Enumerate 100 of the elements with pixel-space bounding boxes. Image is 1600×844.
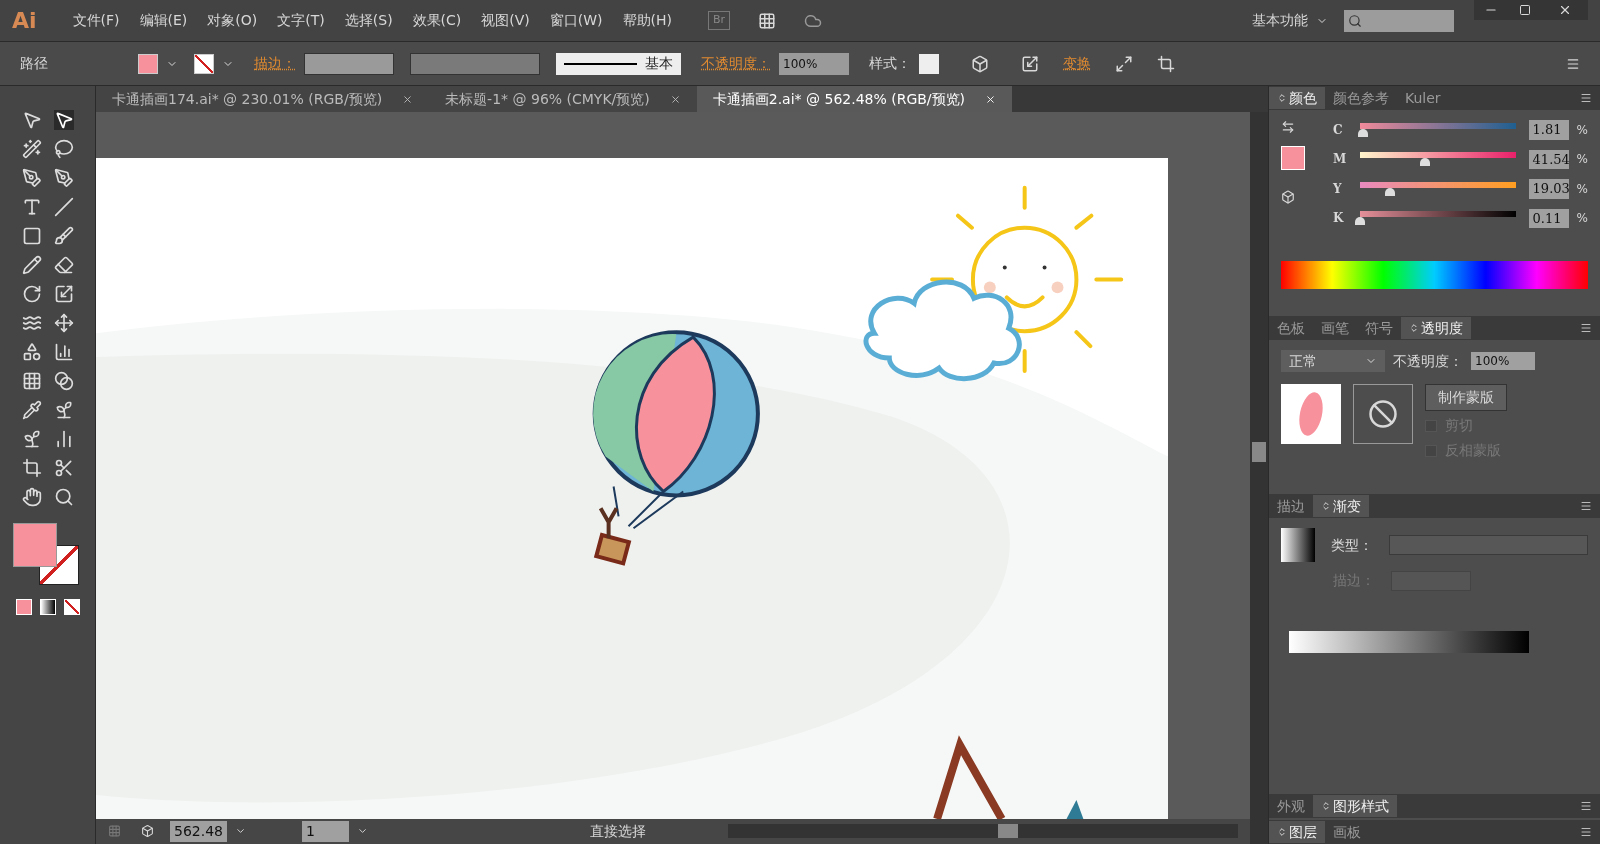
panel-tab[interactable]: 描边	[1269, 495, 1313, 517]
color-spectrum[interactable]	[1281, 261, 1588, 289]
gradient-tool[interactable]	[53, 371, 74, 391]
search-field[interactable]	[1344, 9, 1454, 32]
document-tab[interactable]: 未标题-1* @ 96% (CMYK/预览)	[429, 86, 697, 112]
eraser-tool[interactable]	[53, 255, 74, 275]
stroke-none-swatch[interactable]	[194, 53, 214, 74]
channel-value-field[interactable]: 41.54	[1528, 149, 1569, 169]
brush-tool[interactable]	[53, 226, 74, 246]
eyedropper-tool[interactable]	[21, 400, 42, 420]
menu-item[interactable]: 帮助(H)	[614, 10, 681, 31]
document-tab[interactable]: 卡通插画2.ai* @ 562.48% (RGB/预览)	[696, 86, 1013, 112]
fill-color-swatch[interactable]	[138, 53, 158, 74]
stroke-profile-field[interactable]: 基本	[556, 52, 681, 75]
lasso-tool[interactable]	[53, 139, 74, 159]
menu-item[interactable]: 效果(C)	[404, 10, 470, 31]
variable-width-field[interactable]	[410, 52, 540, 75]
selection-tool[interactable]	[21, 110, 42, 130]
type-label: 类型：	[1331, 535, 1373, 555]
panel-tab[interactable]: 画笔	[1313, 317, 1357, 339]
close-icon[interactable]	[985, 93, 997, 105]
style-swatch[interactable]	[919, 53, 939, 74]
document-tab[interactable]: 卡通插画174.ai* @ 230.01% (RGB/预览)	[96, 86, 430, 112]
opacity-label: 不透明度：	[1393, 351, 1463, 371]
panel-menu-icon[interactable]	[1566, 56, 1580, 71]
slider-thumb[interactable]	[1355, 217, 1366, 226]
panel-menu-icon[interactable]	[1580, 800, 1592, 812]
channel-label: Y	[1333, 180, 1343, 198]
panel-tab[interactable]: 画板	[1325, 821, 1369, 843]
direct-selection-tool[interactable]	[53, 110, 74, 130]
panel-tab[interactable]: 渐变	[1313, 495, 1369, 517]
unit-label: %	[1576, 151, 1588, 169]
channel-label: M	[1333, 151, 1347, 169]
arrange-documents-icon[interactable]	[758, 11, 777, 30]
slider-thumb[interactable]	[1384, 187, 1395, 196]
current-tool-status[interactable]: 直接选择	[516, 820, 721, 842]
zoom-tool[interactable]	[53, 487, 74, 507]
panel-tab[interactable]: 透明度	[1401, 317, 1471, 339]
menu-item[interactable]: 对象(O)	[199, 10, 266, 31]
panel-tab[interactable]: 外观	[1269, 795, 1313, 817]
minimize-button[interactable]	[1474, 0, 1508, 20]
artboard-tool[interactable]	[21, 458, 42, 478]
panel-tab[interactable]: 颜色	[1269, 87, 1325, 109]
slice-tool[interactable]	[53, 458, 74, 478]
make-mask-button[interactable]: 制作蒙版	[1425, 384, 1507, 411]
scrollbar-thumb[interactable]	[998, 824, 1019, 839]
panel-tab[interactable]: 颜色参考	[1325, 87, 1397, 109]
menu-item[interactable]: 文字(T)	[269, 10, 333, 31]
rectangle-tool[interactable]	[21, 226, 42, 246]
swap-colors-icon[interactable]	[1281, 120, 1295, 134]
scrollbar-thumb[interactable]	[1252, 442, 1266, 462]
slider-thumb[interactable]	[1357, 128, 1368, 137]
panel-tab[interactable]: 色板	[1269, 317, 1313, 339]
slider-thumb[interactable]	[1419, 158, 1430, 167]
style-label: 样式：	[869, 54, 911, 73]
workspace-switcher[interactable]: 基本功能	[1252, 10, 1340, 31]
gradient-swatch[interactable]	[1281, 528, 1315, 562]
symbol-tool[interactable]	[21, 429, 42, 449]
scale-tool[interactable]	[53, 284, 74, 304]
transform-tool[interactable]	[53, 313, 74, 333]
close-icon[interactable]	[669, 93, 681, 105]
menu-item[interactable]: 视图(V)	[473, 10, 538, 31]
panel-menu-icon[interactable]	[1580, 92, 1592, 104]
color-mode-button[interactable]	[15, 599, 32, 615]
opacity-field[interactable]: 100%	[1471, 352, 1535, 370]
menu-item[interactable]: 文件(F)	[64, 10, 128, 31]
menu-item[interactable]: 选择(S)	[336, 10, 401, 31]
channel-value-field[interactable]: 1.81	[1528, 120, 1569, 140]
panel-tab[interactable]: 图形样式	[1313, 795, 1397, 817]
search-icon	[1348, 13, 1362, 28]
stroke-weight-field[interactable]	[304, 52, 394, 75]
page-field[interactable]: 1	[302, 820, 350, 842]
magic-wand-tool[interactable]	[21, 139, 42, 159]
channel-value-field[interactable]: 0.11	[1528, 208, 1569, 228]
gradient-mode-button[interactable]	[39, 599, 56, 615]
hand-tool[interactable]	[21, 487, 42, 507]
line-tool[interactable]	[53, 197, 74, 217]
object-thumbnail	[1281, 384, 1341, 444]
curvature-tool[interactable]	[53, 168, 74, 188]
panel-menu-icon[interactable]	[1580, 826, 1592, 838]
panel-tab[interactable]: 图层	[1269, 821, 1325, 843]
mesh-tool[interactable]	[21, 371, 42, 391]
menu-item[interactable]: 窗口(W)	[541, 10, 611, 31]
pencil-tool[interactable]	[21, 255, 42, 275]
panel-menu-icon[interactable]	[1580, 500, 1592, 512]
opacity-field[interactable]: 100%	[779, 52, 849, 75]
warp-tool[interactable]	[21, 313, 42, 333]
zoom-field[interactable]: 562.48	[169, 820, 227, 842]
none-mode-button[interactable]	[63, 599, 80, 615]
shape-builder-tool[interactable]	[21, 342, 42, 362]
panel-menu-icon[interactable]	[1580, 322, 1592, 334]
close-icon[interactable]	[402, 93, 414, 105]
rotate-tool[interactable]	[21, 284, 42, 304]
panel-tab[interactable]: 符号	[1357, 317, 1401, 339]
channel-value-field[interactable]: 19.03	[1528, 179, 1569, 199]
graph-tool[interactable]	[53, 342, 74, 362]
pen-tool[interactable]	[21, 168, 42, 188]
blend-mode-dropdown[interactable]: 正常	[1281, 350, 1385, 372]
menu-item[interactable]: 编辑(E)	[131, 10, 196, 31]
panel-tab[interactable]: Kuler	[1397, 87, 1449, 109]
